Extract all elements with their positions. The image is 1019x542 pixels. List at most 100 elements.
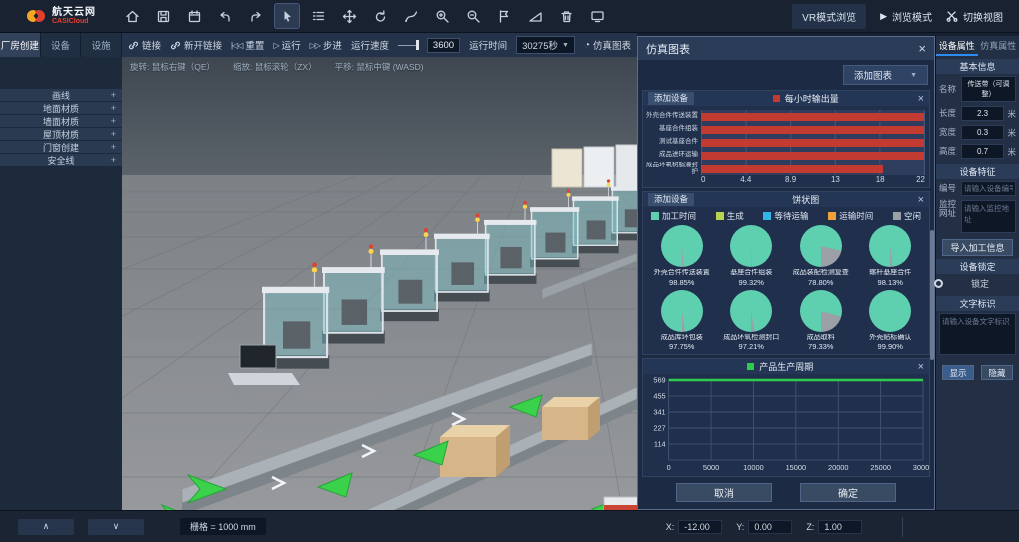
section-device-feature: 设备特征	[936, 164, 1019, 179]
coord-x-value[interactable]: -12.00	[678, 520, 722, 534]
close-icon[interactable]: ×	[918, 194, 924, 206]
svg-text:0: 0	[667, 463, 671, 472]
list-icon[interactable]	[306, 4, 330, 28]
add-chart-button[interactable]: 添加图表 ▼	[843, 65, 928, 85]
draw-icon[interactable]	[399, 4, 423, 28]
monitor-url-input[interactable]	[961, 200, 1016, 233]
run-speed-slider[interactable]	[398, 40, 418, 50]
sim-chart-button[interactable]: ◔ 仿真图表	[584, 38, 631, 52]
width-value[interactable]: 0.3	[961, 125, 1004, 140]
save-icon[interactable]	[151, 4, 175, 28]
link-button[interactable]: 链接	[128, 38, 161, 52]
sidebar-item-安全线[interactable]: 安全线+	[0, 154, 122, 167]
production-cycle-chart: 产品生产周期 × 1142273414555690500010000150002…	[642, 358, 930, 477]
text-label-input[interactable]	[939, 313, 1016, 355]
sidebar-item-门窗创建[interactable]: 门窗创建+	[0, 141, 122, 154]
move-icon[interactable]	[337, 4, 361, 28]
svg-text:569: 569	[653, 375, 665, 384]
top-toolbar: 航天云网 CASICloud VR模式浏览 ▶ 浏览模式 切换视图	[0, 0, 1019, 33]
bar	[701, 113, 924, 121]
expand-icon[interactable]: +	[111, 129, 116, 139]
bar-category-label: 成品环氧树脂灌封护	[645, 162, 701, 175]
pie-chart	[800, 225, 842, 267]
slider-handle[interactable]	[416, 40, 419, 50]
tab-设备属性[interactable]: 设备属性	[936, 36, 978, 56]
speed-value-box[interactable]: 3600	[427, 38, 460, 53]
screen-icon[interactable]	[585, 4, 609, 28]
step-button[interactable]: ▷▷ 步进	[310, 38, 342, 52]
tab-厂房创建[interactable]: 厂房创建	[0, 33, 41, 57]
redo-icon[interactable]	[244, 4, 268, 28]
lock-radio[interactable]	[934, 279, 943, 288]
runtime-select[interactable]: 30275秒 ▼	[516, 36, 575, 54]
bar-category-label: 外壳合件传送装置	[645, 110, 701, 123]
close-icon[interactable]: ×	[918, 42, 926, 55]
undo-icon[interactable]	[213, 4, 237, 28]
expand-icon[interactable]: +	[111, 90, 116, 100]
runtime-label: 运行时间	[469, 38, 507, 52]
coord-z-value[interactable]: 1.00	[818, 520, 862, 534]
svg-text:15000: 15000	[786, 463, 807, 472]
confirm-button[interactable]: 确定	[800, 483, 896, 502]
app-window: 航天云网 CASICloud VR模式浏览 ▶ 浏览模式 切换视图 厂房创建设备…	[0, 0, 1019, 542]
home-icon[interactable]	[120, 4, 144, 28]
device-properties-panel: 设备属性仿真属性 基本信息 名称 传送带（可调整） 长度 2.3 米 宽度 0.…	[935, 36, 1019, 510]
ramp-icon[interactable]	[523, 4, 547, 28]
scrollbar[interactable]	[930, 230, 934, 360]
sidebar-item-地面材质[interactable]: 地面材质+	[0, 102, 122, 115]
bar-axis-labels: 外壳合件传送装置基座合件组装测试基座合件成品进环运输成品环氧树脂灌封护	[645, 110, 701, 175]
close-icon[interactable]: ×	[918, 93, 924, 105]
pie-cell: 成品环氧检测封口97.21%	[717, 290, 787, 352]
delete-icon[interactable]	[554, 4, 578, 28]
x-tick: 0	[701, 175, 705, 184]
browse-mode-button[interactable]: ▶ 浏览模式	[880, 9, 932, 24]
name-row: 名称 传送带（可调整）	[936, 74, 1019, 104]
layer-down-button[interactable]: ∨	[88, 519, 144, 535]
vr-mode-button[interactable]: VR模式浏览	[792, 4, 866, 29]
device-code-input[interactable]	[961, 181, 1016, 196]
sidebar-item-屋顶材质[interactable]: 屋顶材质+	[0, 128, 122, 141]
switch-view-button[interactable]: 切换视图	[946, 9, 1003, 24]
new-link-button[interactable]: 新开链接	[170, 38, 222, 52]
status-bar: ∧ ∨ 栅格 = 1000 mm X: -12.00 Y: 0.00 Z: 1.…	[0, 510, 1019, 542]
height-value[interactable]: 0.7	[961, 144, 1004, 159]
pie-cell: 外壳贴标确认99.90%	[856, 290, 926, 352]
add-device-button[interactable]: 添加设备	[648, 92, 694, 105]
schedule-icon[interactable]	[182, 4, 206, 28]
flag-icon[interactable]	[492, 4, 516, 28]
expand-icon[interactable]: +	[111, 103, 116, 113]
svg-text:341: 341	[653, 408, 665, 417]
reset-button[interactable]: |◁◁ 重置	[231, 38, 264, 52]
rotate-icon[interactable]	[368, 4, 392, 28]
layer-up-button[interactable]: ∧	[18, 519, 74, 535]
close-icon[interactable]: ×	[918, 361, 924, 373]
pie-cell: 成品库环包装97.75%	[647, 290, 717, 352]
expand-icon[interactable]: +	[111, 116, 116, 126]
sidebar-item-墙面材质[interactable]: 墙面材质+	[0, 115, 122, 128]
show-button[interactable]: 显示	[942, 365, 974, 380]
hide-button[interactable]: 隐藏	[981, 365, 1013, 380]
section-device-lock: 设备锁定	[936, 259, 1019, 274]
chevron-up-icon: ∧	[43, 521, 50, 532]
tab-设备[interactable]: 设备	[41, 33, 82, 57]
tab-仿真属性[interactable]: 仿真属性	[978, 36, 1019, 56]
hourly-output-chart: 添加设备 每小时输出量 × 外壳合件传送装置基座合件组装测试基座合件成品进环运输…	[642, 90, 930, 188]
svg-text:5000: 5000	[703, 463, 719, 472]
line-chart-title: 产品生产周期	[648, 360, 913, 373]
pie-chart	[730, 225, 772, 267]
import-process-button[interactable]: 导入加工信息	[942, 239, 1013, 256]
expand-icon[interactable]: +	[111, 155, 116, 165]
zoom-out-icon[interactable]	[461, 4, 485, 28]
run-button[interactable]: ▷ 运行	[273, 38, 300, 52]
coord-y-value[interactable]: 0.00	[748, 520, 792, 534]
cursor-icon[interactable]	[275, 4, 299, 28]
expand-icon[interactable]: +	[111, 142, 116, 152]
cancel-button[interactable]: 取消	[676, 483, 772, 502]
tab-设施[interactable]: 设施	[81, 33, 122, 57]
x-tick: 18	[876, 175, 885, 184]
length-value[interactable]: 2.3	[961, 106, 1004, 121]
zoom-in-icon[interactable]	[430, 4, 454, 28]
legend-swatch	[773, 95, 780, 102]
add-device-button[interactable]: 添加设备	[648, 193, 694, 206]
sidebar-item-画线[interactable]: 画线+	[0, 89, 122, 102]
